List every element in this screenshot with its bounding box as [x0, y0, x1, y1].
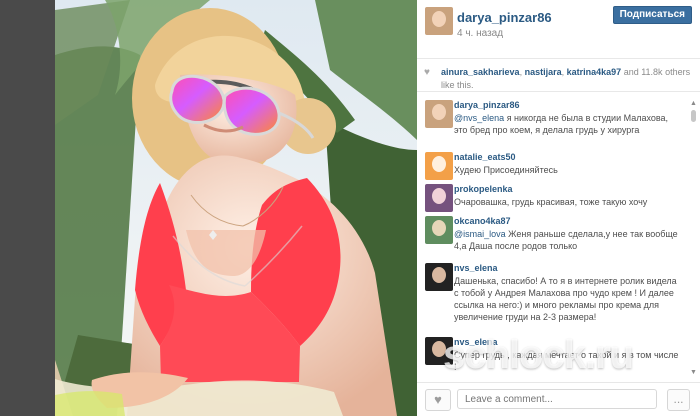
instagram-post-modal: darya_pinzar86 4 ч. назад Подписаться ♥ …	[0, 0, 700, 416]
comments-scrollbar[interactable]: ▲ ▼	[690, 100, 697, 376]
follow-button[interactable]: Подписаться	[612, 6, 692, 24]
commenter-avatar[interactable]	[425, 100, 453, 128]
comment-body: Дашенька, спасибо! А то я в интернете ро…	[454, 276, 677, 322]
comment-text: @nvs_elena я никогда не была в студии Ма…	[454, 112, 679, 136]
selfie-image	[55, 0, 417, 416]
commenter-avatar[interactable]	[425, 216, 453, 244]
author-username[interactable]: darya_pinzar86	[457, 10, 552, 25]
comment-username[interactable]: prokopelenka	[454, 184, 513, 194]
comment-text: Очаровашка, грудь красивая, тоже такую х…	[454, 196, 679, 208]
mention-link[interactable]: @ismai_lova	[454, 229, 506, 239]
comment-body: Худею Присоединяйтесь	[454, 165, 558, 175]
author-avatar[interactable]	[425, 7, 453, 35]
scroll-thumb[interactable]	[691, 110, 696, 122]
scroll-up-icon[interactable]: ▲	[690, 100, 697, 107]
likes-count: and 11.8k	[623, 67, 663, 77]
site-watermark: schlock.ru	[443, 333, 634, 377]
scroll-down-icon[interactable]: ▼	[690, 369, 697, 376]
post-header: darya_pinzar86 4 ч. назад Подписаться	[417, 0, 700, 59]
likes-text: ainura_sakharieva, nastijara, katrina4ka…	[441, 67, 691, 90]
comment-body: Очаровашка, грудь красивая, тоже такую х…	[454, 197, 648, 207]
like-user-link[interactable]: nastijara	[525, 67, 562, 77]
commenter-avatar[interactable]	[425, 184, 453, 212]
post-time: 4 ч. назад	[457, 28, 504, 39]
comment-footer: ♥ ...	[417, 382, 700, 416]
commenter-avatar[interactable]	[425, 263, 453, 291]
like-button[interactable]: ♥	[425, 389, 451, 411]
comment-username[interactable]: natalie_eats50	[454, 152, 516, 162]
comment-text: @ismai_lova Женя раньше сделала,у нее та…	[454, 228, 679, 252]
comment-username[interactable]: nvs_elena	[454, 263, 498, 273]
comment-username[interactable]: darya_pinzar86	[454, 100, 520, 110]
comment-input[interactable]	[457, 389, 657, 409]
commenter-avatar[interactable]	[425, 152, 453, 180]
comment-text: Худею Присоединяйтесь	[454, 164, 679, 176]
comment-text: Дашенька, спасибо! А то я в интернете ро…	[454, 275, 679, 323]
mention-link[interactable]: @nvs_elena	[454, 113, 504, 123]
likes-summary: ♥ ainura_sakharieva, nastijara, katrina4…	[417, 63, 700, 92]
post-photo[interactable]	[55, 0, 417, 416]
heart-icon: ♥	[424, 67, 430, 78]
like-user-link[interactable]: ainura_sakharieva	[441, 67, 520, 77]
more-options-button[interactable]: ...	[667, 389, 690, 411]
comment-username[interactable]: okcano4ka87	[454, 216, 511, 226]
like-user-link[interactable]: katrina4ka97	[567, 67, 622, 77]
